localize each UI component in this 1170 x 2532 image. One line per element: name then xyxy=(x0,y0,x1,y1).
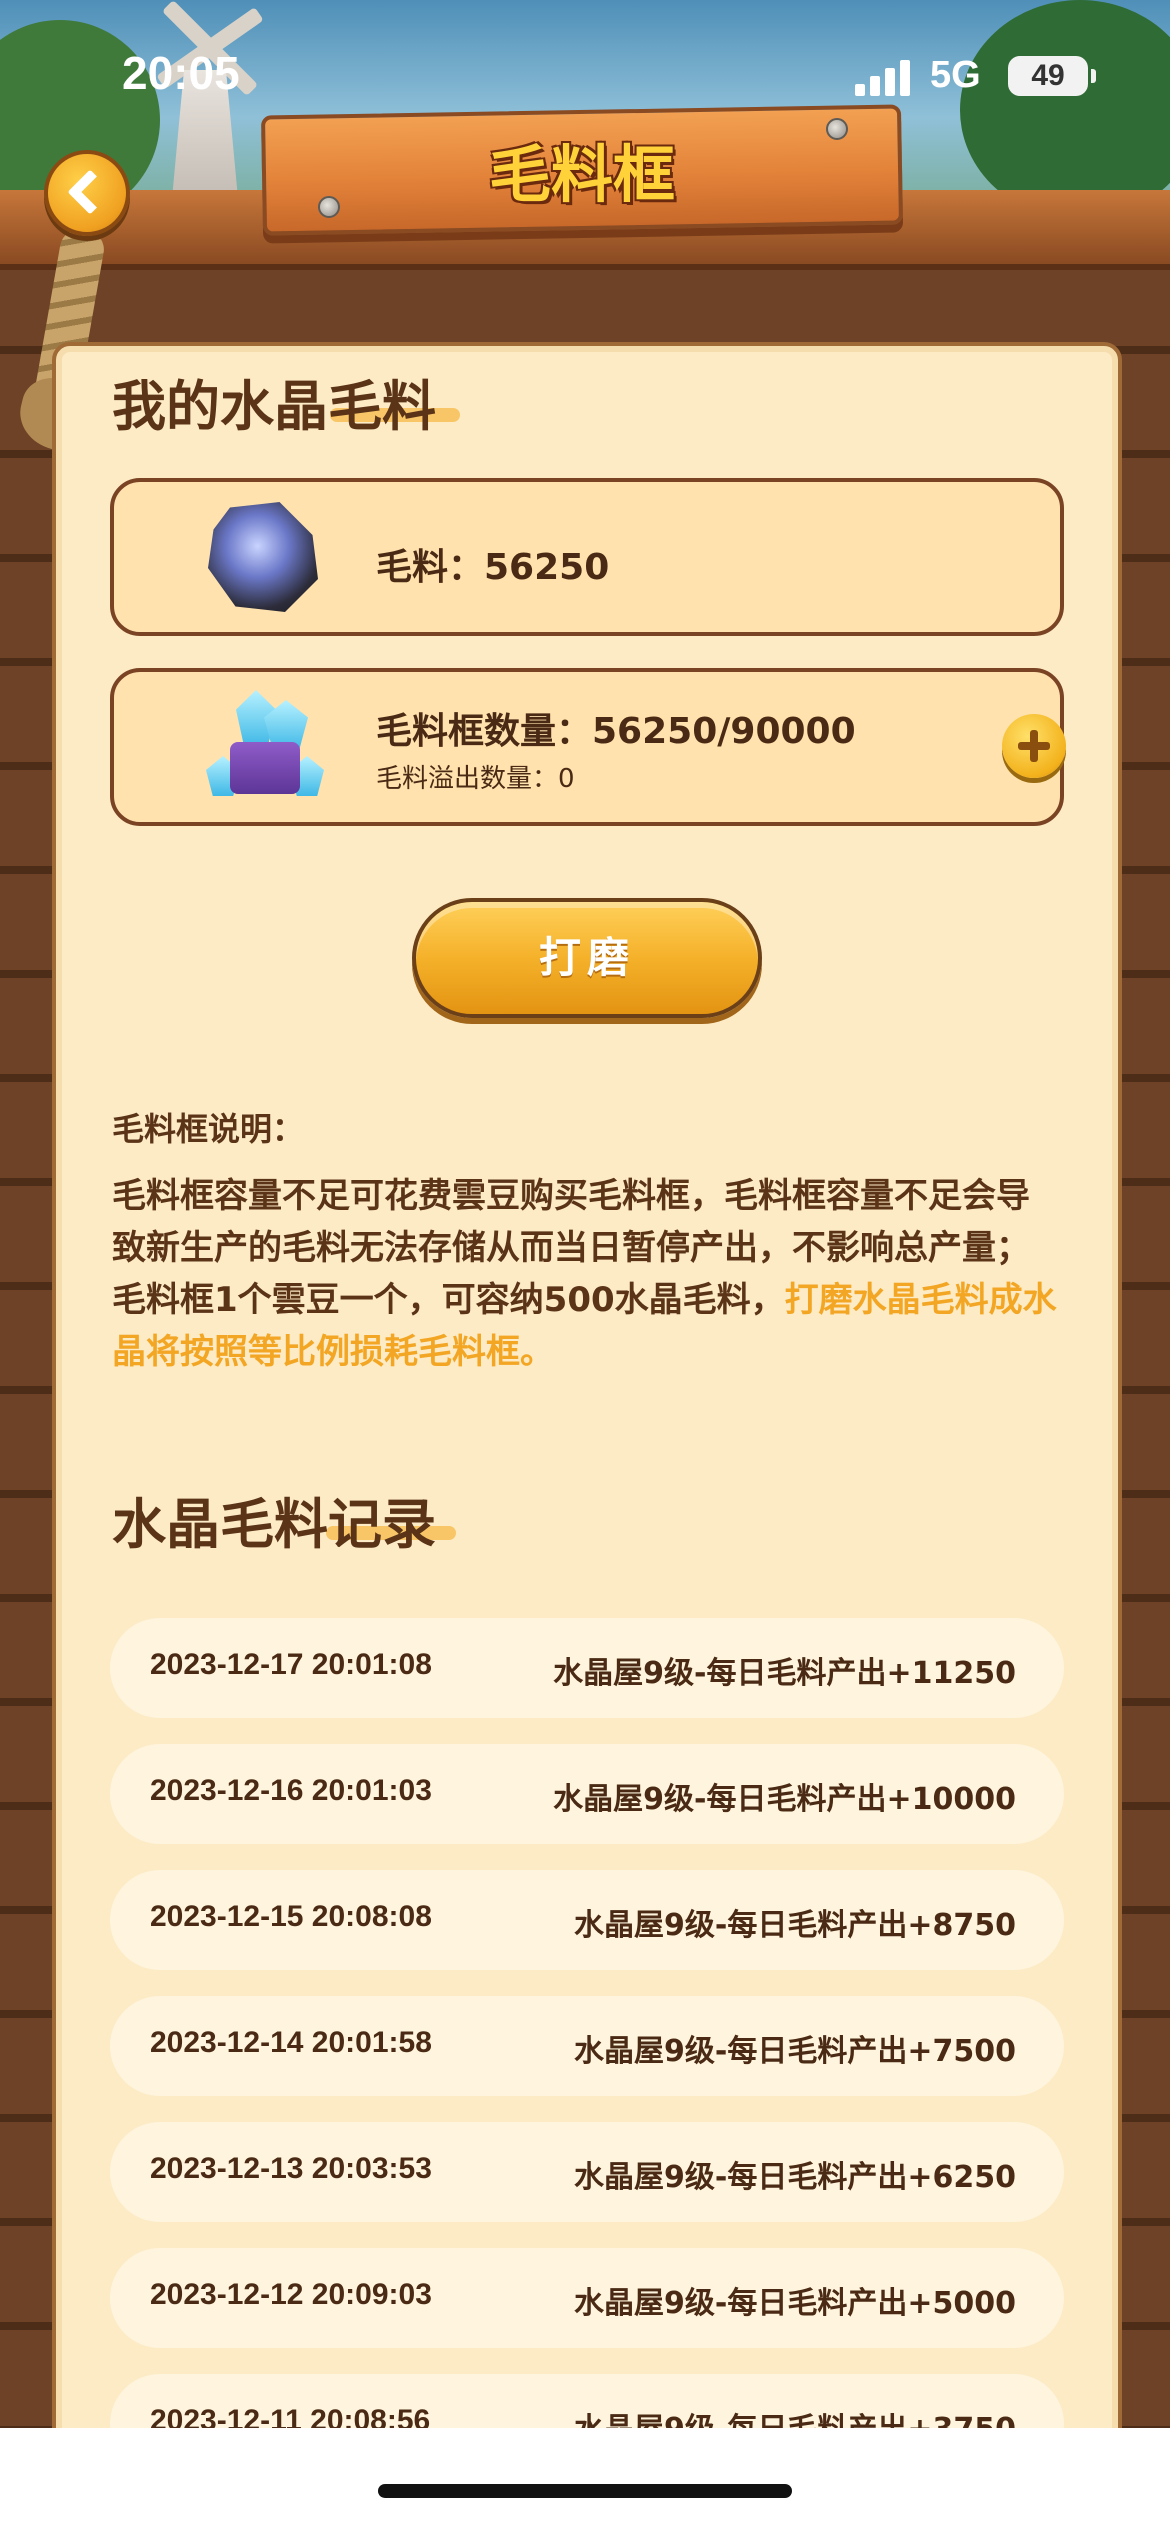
signal-icon xyxy=(855,58,915,96)
material-box-card: 毛料框数量：56250/90000 毛料溢出数量：0 xyxy=(110,668,1066,826)
record-time: 2023-12-12 20:09:03 xyxy=(150,2278,432,2311)
record-row: 2023-12-17 20:01:08 水晶屋9级-每日毛料产出+11250 xyxy=(110,1618,1064,1718)
back-button[interactable] xyxy=(44,150,130,236)
overflow-count-label: 毛料溢出数量：0 xyxy=(376,764,575,794)
status-time: 20:05 xyxy=(122,47,240,99)
record-description: 水晶屋9级-每日毛料产出+11250 xyxy=(553,1656,1016,1691)
battery-icon: 49 xyxy=(1008,56,1096,96)
record-row: 2023-12-15 20:08:08 水晶屋9级-每日毛料产出+8750 xyxy=(110,1870,1064,1970)
record-description: 水晶屋9级-每日毛料产出+5000 xyxy=(574,2286,1016,2321)
box-count-label: 毛料框数量：56250/90000 xyxy=(376,711,856,752)
network-label: 5G xyxy=(930,54,981,96)
record-description: 水晶屋9级-每日毛料产出+7500 xyxy=(574,2034,1016,2069)
record-row: 2023-12-16 20:01:03 水晶屋9级-每日毛料产出+10000 xyxy=(110,1744,1064,1844)
add-box-button[interactable] xyxy=(1002,714,1066,778)
polish-button[interactable]: 打磨 xyxy=(412,898,762,1018)
crystal-box-icon xyxy=(206,690,324,810)
record-time: 2023-12-16 20:01:03 xyxy=(150,1774,432,1807)
record-time: 2023-12-13 20:03:53 xyxy=(150,2152,432,2185)
rock-icon xyxy=(208,502,318,612)
record-description: 水晶屋9级-每日毛料产出+6250 xyxy=(574,2160,1016,2195)
record-time: 2023-12-17 20:01:08 xyxy=(150,1648,432,1681)
record-row: 2023-12-14 20:01:58 水晶屋9级-每日毛料产出+7500 xyxy=(110,1996,1064,2096)
bottom-safe-area xyxy=(0,2428,1170,2532)
material-count-label: 毛料：56250 xyxy=(376,547,610,588)
section-title-my-materials: 我的水晶毛料 xyxy=(112,375,436,438)
record-description: 水晶屋9级-每日毛料产出+10000 xyxy=(553,1782,1016,1817)
record-row: 2023-12-12 20:09:03 水晶屋9级-每日毛料产出+5000 xyxy=(110,2248,1064,2348)
record-description: 水晶屋9级-每日毛料产出+8750 xyxy=(574,1908,1016,1943)
record-time: 2023-12-15 20:08:08 xyxy=(150,1900,432,1933)
page-title: 毛料框 xyxy=(488,138,675,211)
description-heading: 毛料框说明： xyxy=(112,1110,305,1148)
plus-icon xyxy=(1002,714,1066,778)
record-time: 2023-12-14 20:01:58 xyxy=(150,2026,432,2059)
home-indicator[interactable] xyxy=(378,2484,792,2498)
material-card: 毛料：56250 xyxy=(110,478,1064,636)
record-row: 2023-12-13 20:03:53 水晶屋9级-每日毛料产出+6250 xyxy=(110,2122,1064,2222)
section-title-records: 水晶毛料记录 xyxy=(112,1493,436,1556)
chevron-left-icon xyxy=(67,169,113,215)
description-body: 毛料框容量不足可花费雲豆购买毛料框，毛料框容量不足会导致新生产的毛料无法存储从而… xyxy=(112,1170,1062,1378)
